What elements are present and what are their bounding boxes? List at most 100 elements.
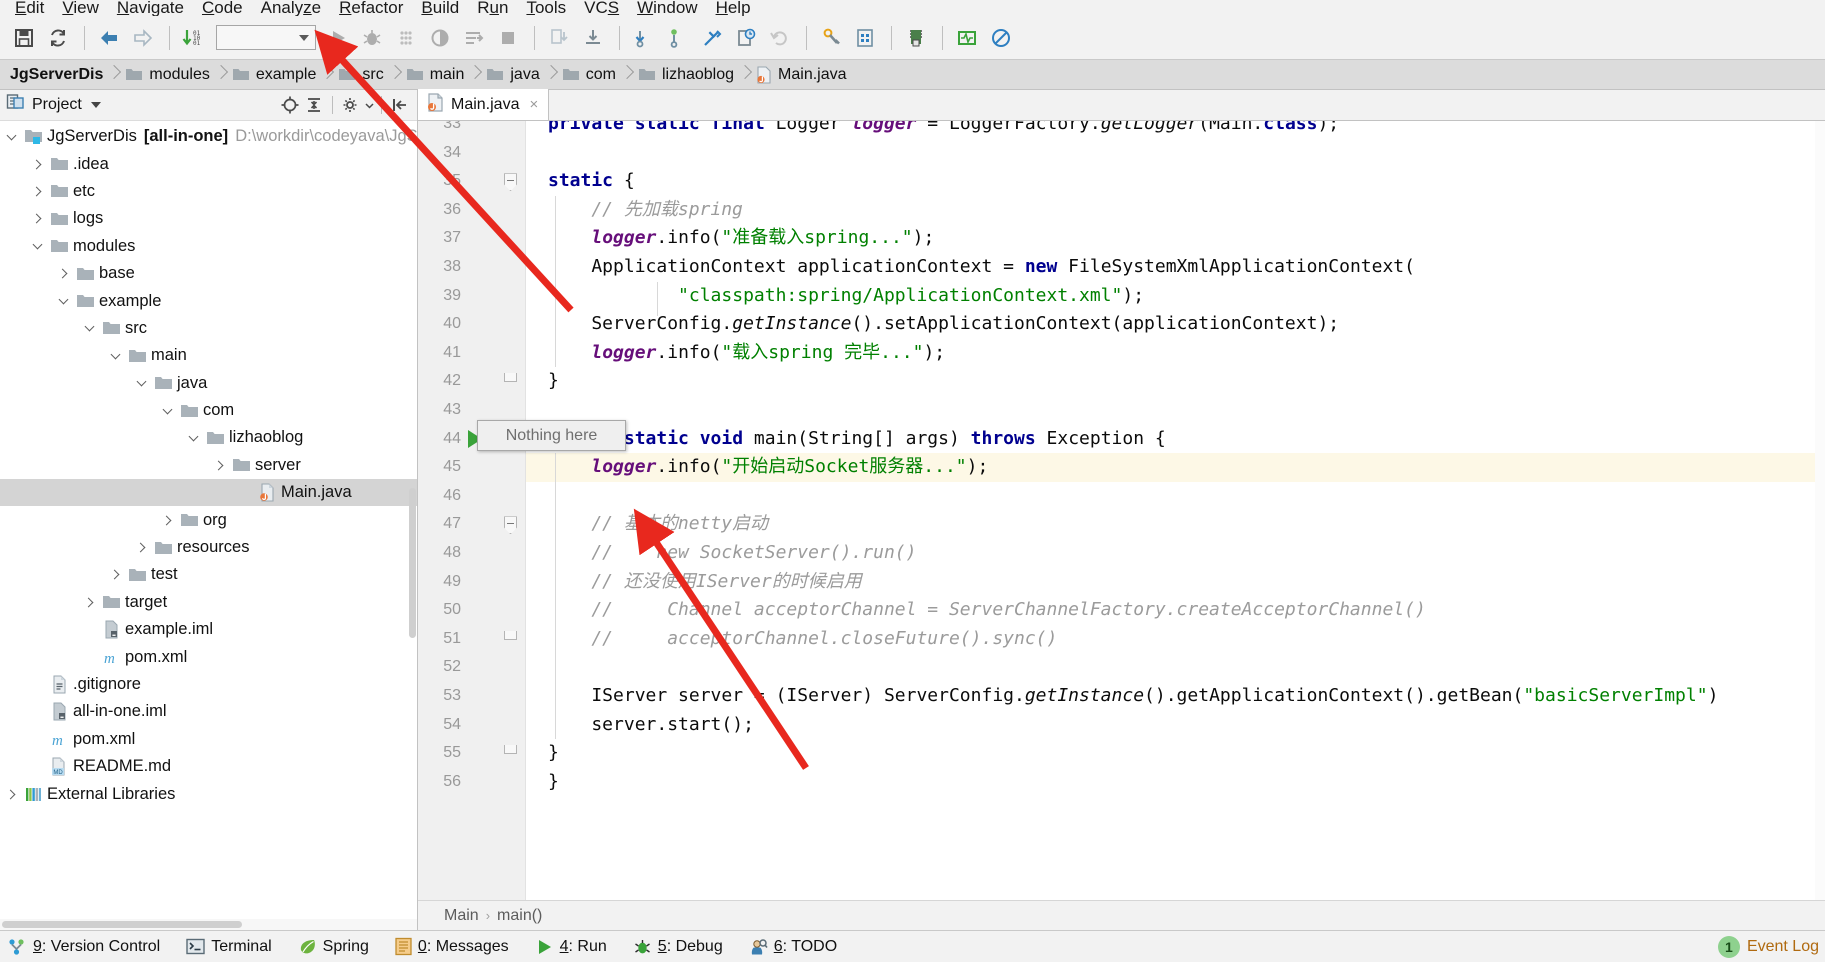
settings-caret-icon[interactable] [364, 94, 374, 116]
commit-icon[interactable] [577, 22, 609, 54]
no-entry-icon[interactable] [985, 22, 1017, 54]
chevron-down-icon[interactable] [130, 376, 152, 387]
breadcrumb-item-src[interactable]: src [334, 60, 389, 90]
menu-item-run[interactable]: Run [468, 0, 517, 16]
tree-item[interactable]: java [0, 370, 417, 397]
status-bar-run[interactable]: 4: Run [535, 938, 607, 956]
tree-item[interactable]: .idea [0, 150, 417, 177]
tree-item[interactable]: test [0, 561, 417, 588]
chevron-down-icon[interactable] [104, 349, 126, 360]
chevron-right-icon[interactable] [26, 159, 48, 170]
status-bar-messages[interactable]: 0: Messages [395, 937, 509, 956]
code-line[interactable]: } [526, 739, 1825, 768]
tree-item[interactable]: example.iml [0, 616, 417, 643]
menu-item-refactor[interactable]: Refactor [330, 0, 412, 16]
tree-item[interactable]: server [0, 452, 417, 479]
menu-item-window[interactable]: Window [628, 0, 706, 16]
run-coverage-icon[interactable] [390, 22, 422, 54]
chevron-right-icon[interactable] [26, 186, 48, 197]
code-line[interactable]: ApplicationContext applicationContext = … [526, 253, 1825, 282]
code-line[interactable]: IServer server = (IServer) ServerConfig.… [526, 682, 1825, 711]
breadcrumb-item-java[interactable]: java [482, 60, 545, 90]
code-area[interactable]: private static final Logger logger = Log… [526, 121, 1825, 900]
chevron-right-icon[interactable] [52, 268, 74, 279]
fold-marker-icon[interactable] [504, 745, 517, 755]
history-icon[interactable] [730, 22, 762, 54]
code-line[interactable]: } [526, 367, 1825, 396]
settings-icon[interactable] [815, 22, 847, 54]
status-bar-spring[interactable]: Spring [298, 938, 369, 956]
fold-marker-icon[interactable] [504, 630, 517, 640]
hide-panel-icon[interactable] [389, 94, 411, 116]
sidebar-horizontal-scrollbar[interactable] [0, 919, 417, 930]
update-project-icon[interactable] [543, 22, 575, 54]
run-configuration-selector[interactable] [216, 25, 316, 50]
chevron-right-icon[interactable] [104, 569, 126, 580]
profile-icon[interactable] [424, 22, 456, 54]
sidebar-vertical-scrollbar[interactable] [408, 121, 417, 919]
debug-icon[interactable] [356, 22, 388, 54]
tree-item[interactable]: org [0, 506, 417, 533]
fold-marker-icon[interactable] [504, 516, 517, 535]
chevron-right-icon[interactable] [130, 542, 152, 553]
code-line[interactable]: // 先加载spring [526, 196, 1825, 225]
sync-refresh-icon[interactable] [42, 22, 74, 54]
code-line[interactable]: private static final Logger logger = Log… [526, 121, 1825, 139]
breadcrumb-item-lizhaoblog[interactable]: lizhaoblog [634, 60, 740, 90]
code-line[interactable]: // 还没使用IServer的时候启用 [526, 568, 1825, 597]
project-structure-icon[interactable] [849, 22, 881, 54]
status-bar-debug[interactable]: 5: Debug [633, 938, 723, 956]
breadcrumb-item-main-java[interactable]: Main.java [752, 60, 852, 90]
tree-item[interactable]: example [0, 287, 417, 314]
tree-item[interactable]: base [0, 260, 417, 287]
project-tree[interactable]: JgServerDis [all-in-one] D:\workdir\codeya… [0, 121, 417, 919]
code-line[interactable]: logger.info("准备载入spring..."); [526, 224, 1825, 253]
tree-item[interactable]: com [0, 397, 417, 424]
chevron-right-icon[interactable] [156, 515, 178, 526]
fold-marker-icon[interactable] [504, 373, 517, 383]
stop-icon[interactable] [492, 22, 524, 54]
tree-item[interactable]: lizhaoblog [0, 424, 417, 451]
menu-item-navigate[interactable]: Navigate [108, 0, 193, 16]
breadcrumb-item-jgserverdis[interactable]: JgServerDis [4, 60, 109, 90]
collapse-all-icon[interactable] [303, 94, 325, 116]
chevron-right-icon[interactable] [208, 460, 230, 471]
status-bar-versioncontrol[interactable]: 9: Version Control [8, 938, 160, 956]
code-line[interactable] [526, 396, 1825, 425]
code-line[interactable]: } [526, 768, 1825, 797]
chevron-down-icon[interactable] [0, 130, 22, 141]
menu-item-code[interactable]: Code [193, 0, 252, 16]
code-line[interactable]: // acceptorChannel.closeFuture().sync() [526, 625, 1825, 654]
push-icon[interactable] [662, 22, 694, 54]
save-all-icon[interactable] [8, 22, 40, 54]
tree-item[interactable]: m pom.xml [0, 726, 417, 753]
editor-vertical-scrollbar[interactable] [1815, 121, 1825, 900]
sdk-manager-icon[interactable] [900, 22, 932, 54]
tree-item[interactable]: target [0, 589, 417, 616]
chevron-down-icon[interactable] [26, 239, 48, 250]
tree-item[interactable]: all-in-one.iml [0, 698, 417, 725]
code-line[interactable]: public static void main(String[] args) t… [526, 425, 1825, 454]
tree-item[interactable]: External Libraries [0, 780, 417, 807]
code-line[interactable]: // new SocketServer().run() [526, 539, 1825, 568]
menu-item-analyze[interactable]: Analyze [252, 0, 331, 16]
editor-gutter[interactable]: 33 34 35 36 37 38 39 40 41 42 43 44 45 46 47 48 49 50 51 52… [418, 121, 526, 900]
status-bar-todo[interactable]: 6: TODO [749, 938, 837, 956]
code-editor[interactable]: 33 34 35 36 37 38 39 40 41 42 43 44 45 46 47 48 49 50 51 52… [418, 121, 1825, 900]
code-line[interactable]: // Channel acceptorChannel = ServerChann… [526, 596, 1825, 625]
tab-main-java[interactable]: Main.java × [418, 89, 550, 120]
profiler-icon[interactable] [951, 22, 983, 54]
close-icon[interactable]: × [529, 96, 538, 113]
run-icon[interactable] [322, 22, 354, 54]
breadcrumb-item-com[interactable]: com [558, 60, 622, 90]
chevron-down-icon[interactable] [90, 102, 101, 108]
code-line[interactable]: "classpath:spring/ApplicationContext.xml… [526, 282, 1825, 311]
bottom-breadcrumb-item[interactable]: main() [497, 907, 542, 925]
tree-item[interactable]: logs [0, 205, 417, 232]
locate-target-icon[interactable] [279, 94, 301, 116]
tree-item[interactable]: JgServerDis [all-in-one] D:\workdir\codeya… [0, 123, 417, 150]
run-dashboard-icon[interactable] [458, 22, 490, 54]
code-line[interactable]: ServerConfig.getInstance().setApplicatio… [526, 310, 1825, 339]
code-line[interactable] [526, 139, 1825, 168]
code-line[interactable] [526, 653, 1825, 682]
